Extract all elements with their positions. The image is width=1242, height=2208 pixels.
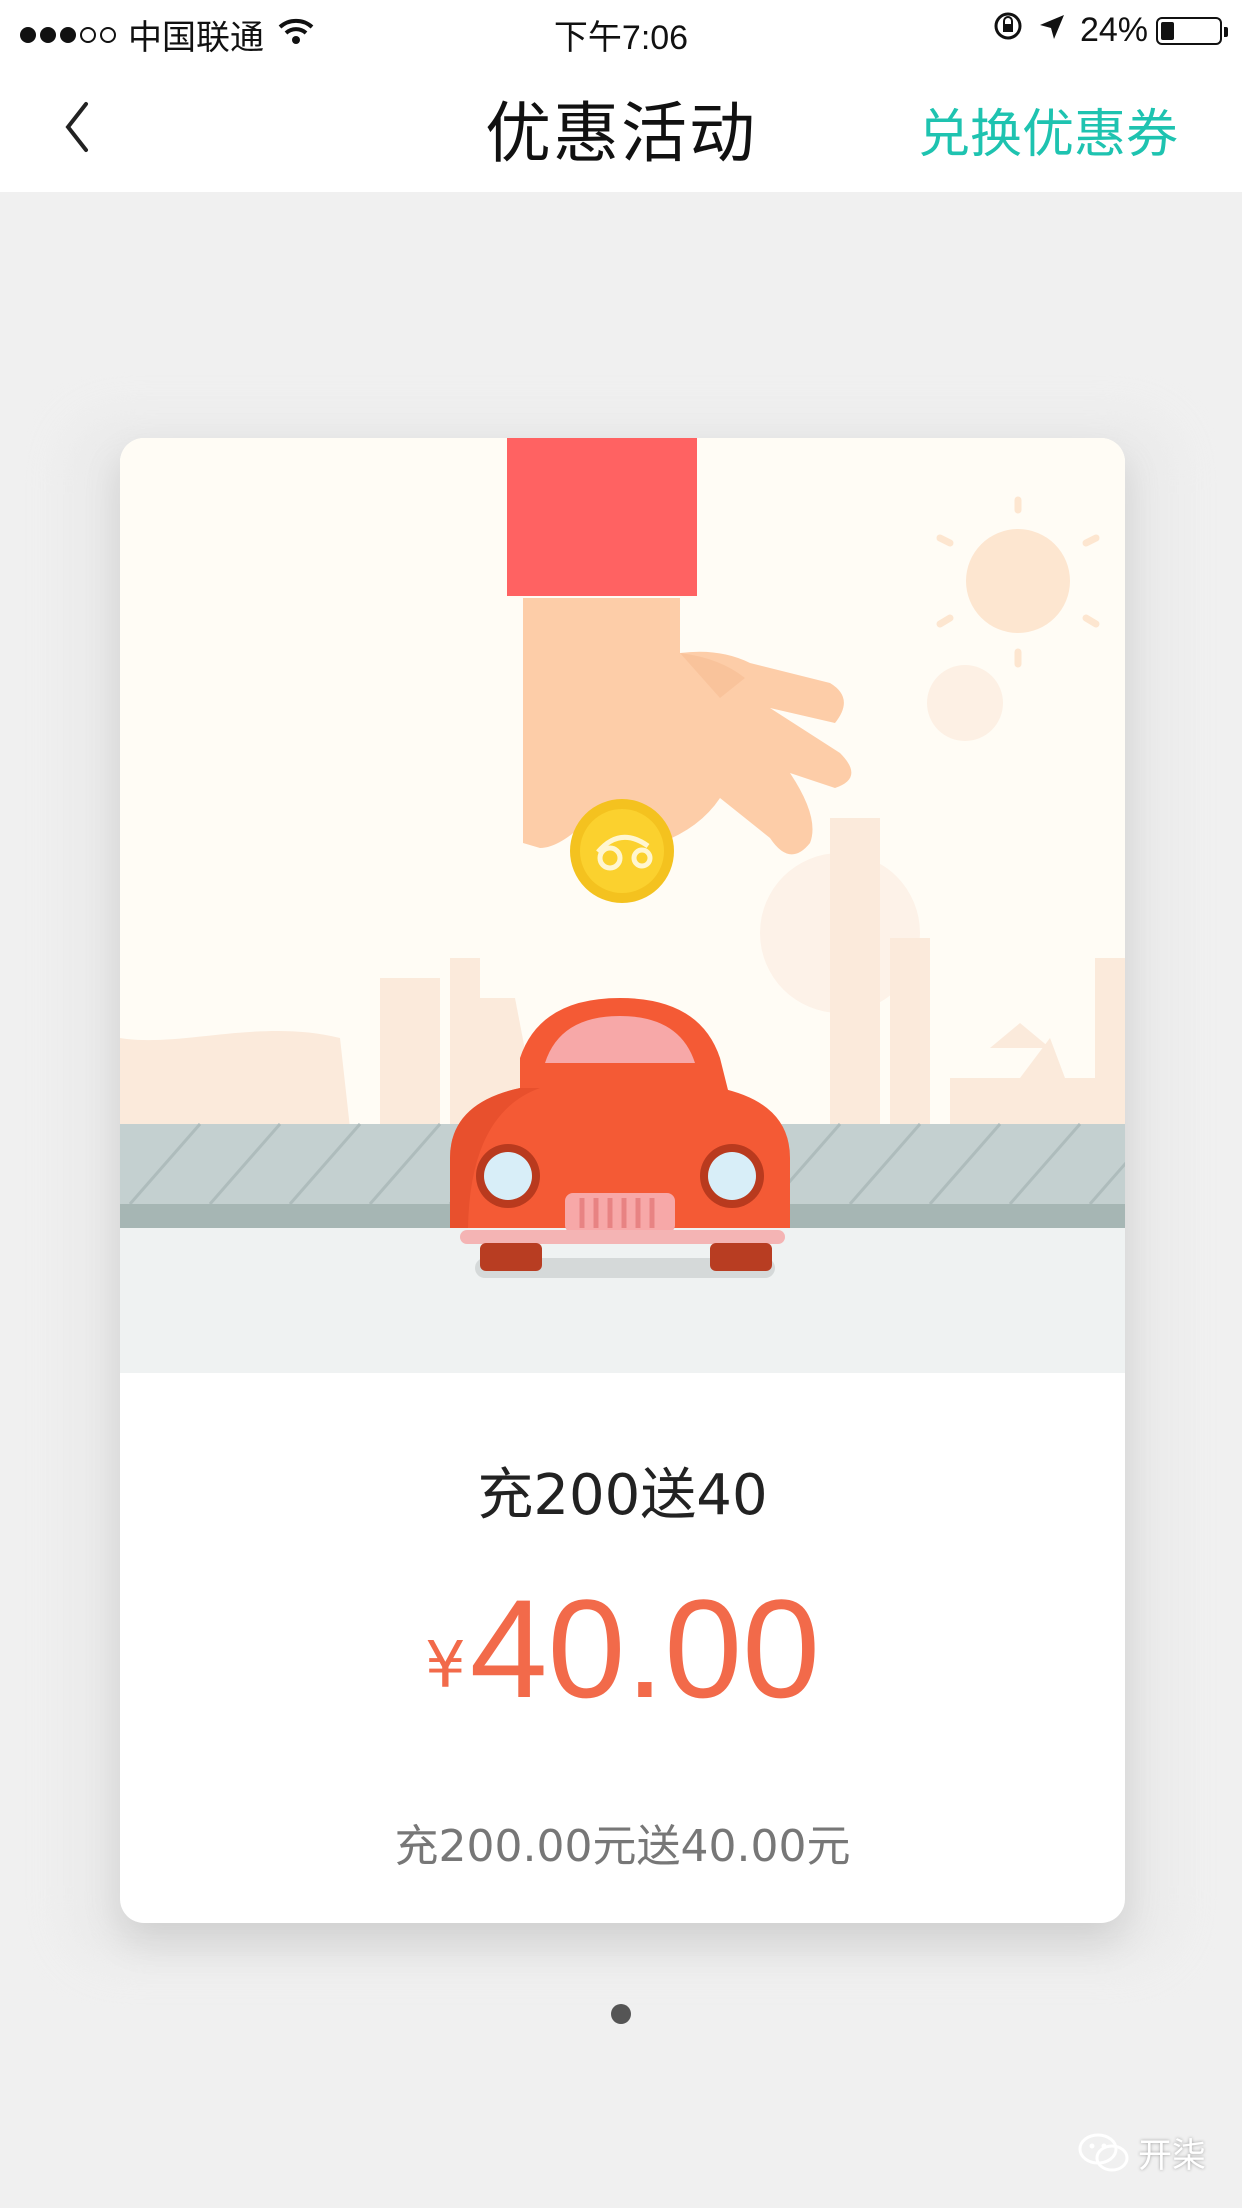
pager-dot <box>611 2004 631 2024</box>
promo-description: 充200.00元送40.00元 <box>394 1821 851 1872</box>
nav-bar: 优惠活动 兑换优惠券 <box>0 62 1242 192</box>
currency-symbol: ¥ <box>424 1629 466 1703</box>
status-right: 24% <box>978 10 1228 51</box>
watermark: 开柒 <box>1078 2128 1206 2177</box>
wechat-icon <box>1078 2133 1129 2171</box>
status-bar: 中国联通 下午7:06 24% <box>0 0 1242 62</box>
promo-title: 充200送40 <box>477 1463 768 1528</box>
promo-card[interactable]: 充200送40 ¥40.00 充200.00元送40.00元 <box>120 438 1125 1923</box>
rotation-lock-icon <box>992 10 1024 51</box>
location-arrow-icon <box>1038 11 1066 50</box>
watermark-text: 开柒 <box>1138 2136 1206 2176</box>
promo-amount: 40.00 <box>469 1570 821 1727</box>
promo-illustration <box>120 438 1125 1373</box>
battery-percent: 24% <box>1079 11 1148 49</box>
promo-price: ¥40.00 <box>120 1568 1125 1730</box>
hand-coin-car-illustration <box>120 438 1125 1373</box>
battery-icon <box>1156 16 1228 45</box>
battery-level <box>1161 21 1175 40</box>
redeem-coupon-button[interactable]: 兑换优惠券 <box>918 92 1178 167</box>
